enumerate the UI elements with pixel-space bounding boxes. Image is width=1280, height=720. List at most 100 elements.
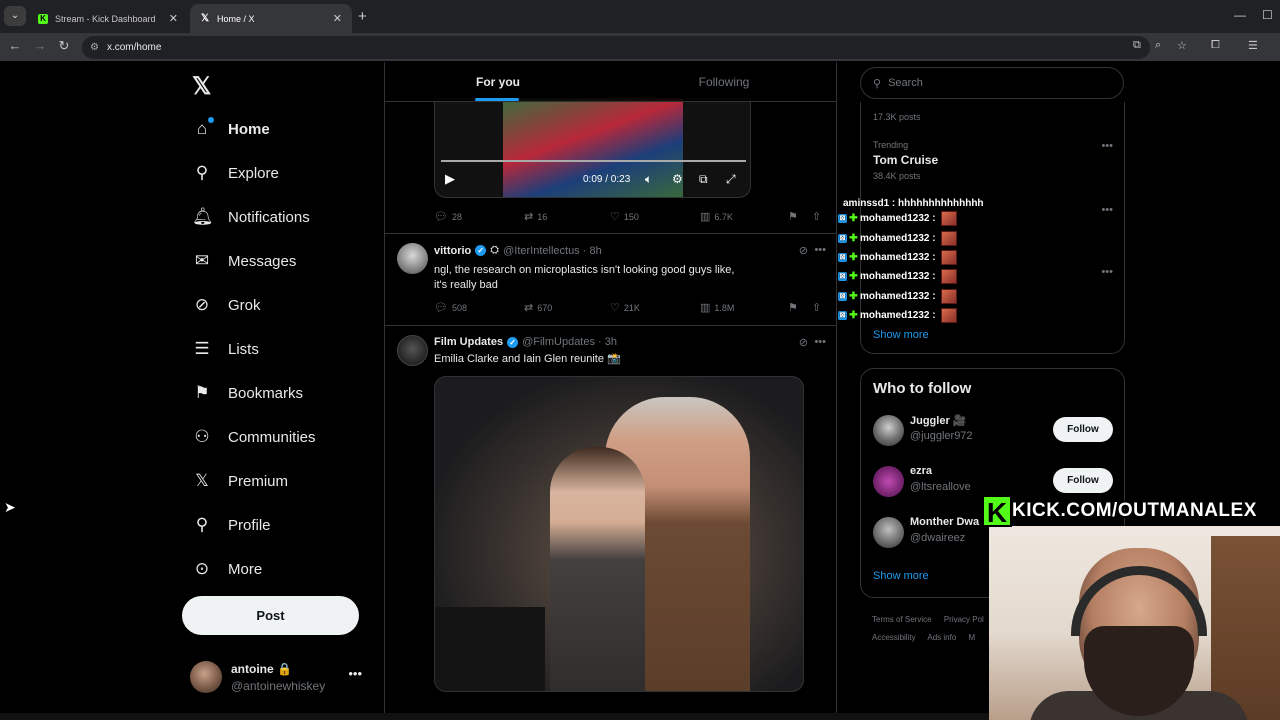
grok-icon[interactable]: ⊘ <box>799 244 808 257</box>
star-icon[interactable]: ☆ <box>1177 39 1187 52</box>
show-more-link[interactable]: Show more <box>873 329 929 341</box>
maximize-icon[interactable]: ☐ <box>1262 8 1273 22</box>
tweet-author[interactable]: Film Updates <box>434 336 503 348</box>
nav-communities[interactable]: ⚇ Communities <box>192 422 315 452</box>
verified-icon: ✓ <box>507 336 519 348</box>
avatar[interactable] <box>397 335 428 366</box>
nav-explore[interactable]: ⚲ Explore <box>192 158 279 188</box>
like-button[interactable]: ♡ 21K <box>610 301 640 314</box>
nav-label: Bookmarks <box>228 384 304 402</box>
follow-button[interactable]: Follow <box>1053 417 1113 442</box>
trend-item[interactable]: 17.3K posts <box>873 108 1113 122</box>
bookmark-icon: ⚑ <box>194 383 210 402</box>
nav-profile[interactable]: ⚲ Profile <box>192 510 271 540</box>
close-icon[interactable]: ✕ <box>333 12 342 25</box>
badge-icon: ✚ <box>849 213 858 225</box>
share-button[interactable]: ⇧ <box>812 301 821 314</box>
reply-button[interactable]: 💬︎ 28 <box>434 210 462 223</box>
nav-grok[interactable]: ⊘ Grok <box>192 290 261 320</box>
tab-kick-dashboard[interactable]: K Stream - Kick Dashboard ✕ <box>28 4 188 33</box>
search-input[interactable]: ⚲ Search <box>860 67 1124 99</box>
nav-notifications[interactable]: 🔔︎ Notifications <box>192 202 310 232</box>
post-button[interactable]: Post <box>182 596 359 635</box>
bookmark-button[interactable]: ⚑ <box>788 301 798 314</box>
views-icon: ▥ <box>700 211 711 223</box>
reply-button[interactable]: 💬︎ 508 <box>434 301 467 314</box>
tweet[interactable]: vittorio ✓ ⛭ @IterIntellectus · 8h ⊘ •••… <box>385 233 836 325</box>
site-info-icon[interactable]: ⚙ <box>90 42 99 53</box>
views-button[interactable]: ▥ 1.8M <box>700 301 734 314</box>
nav-premium[interactable]: 𝕏 Premium <box>192 466 288 496</box>
tweet-photo[interactable] <box>434 376 804 692</box>
zoom-icon[interactable]: ⌕ <box>1155 39 1161 52</box>
views-button[interactable]: ▥ 6.7K <box>700 210 733 223</box>
follow-button[interactable]: Follow <box>1053 468 1113 493</box>
reload-icon[interactable]: ↻ <box>56 38 72 54</box>
new-tab-button[interactable]: + <box>358 8 367 25</box>
tab-home-x[interactable]: 𝕏 Home / X ✕ <box>190 4 352 33</box>
tweet-author[interactable]: vittorio <box>434 245 471 257</box>
avatar[interactable] <box>397 243 428 274</box>
bookmark-button[interactable]: ⚑ <box>788 210 798 223</box>
nav-messages[interactable]: ✉ Messages <box>192 246 297 276</box>
nav-lists[interactable]: ☰ Lists <box>192 334 258 364</box>
show-more-link[interactable]: Show more <box>873 570 929 582</box>
share-icon: ⇧ <box>812 211 822 223</box>
chat-message: ⊠ ✚ mohamed1232 : <box>838 248 998 267</box>
trend-item[interactable]: Trending Tom Cruise 38.4K posts ••• <box>873 140 1113 181</box>
footer-link[interactable]: Ads info <box>927 633 956 642</box>
grok-icon[interactable]: ⊘ <box>799 336 808 349</box>
close-icon[interactable]: ✕ <box>169 12 178 25</box>
tweet-header: vittorio ✓ ⛭ @IterIntellectus · 8h <box>434 244 602 257</box>
tweet[interactable]: Film Updates ✓ @FilmUpdates · 3h ⊘ ••• E… <box>385 325 836 720</box>
back-icon[interactable]: ← <box>7 38 23 53</box>
share-icon: ⇧ <box>812 302 822 314</box>
share-button[interactable]: ⇧ <box>812 210 821 223</box>
avatar[interactable] <box>873 517 904 548</box>
volume-icon[interactable]: 🔈︎ <box>645 172 652 187</box>
bookmark-icon: ⚑ <box>788 302 798 314</box>
footer-link[interactable]: Privacy Pol <box>944 615 984 624</box>
extensions-icon[interactable]: ⧠ <box>1211 39 1220 52</box>
tab-following[interactable]: Following <box>611 62 836 102</box>
more-icon[interactable]: ••• <box>814 244 826 256</box>
badge-icon: ⊠ <box>838 291 847 301</box>
views-icon: ▥ <box>700 302 711 314</box>
more-icon[interactable]: ••• <box>348 666 362 681</box>
video-progress-bar[interactable] <box>441 160 746 162</box>
reading-list-icon[interactable]: ☰ <box>1248 39 1258 52</box>
like-button[interactable]: ♡ 150 <box>610 210 639 223</box>
follow-suggestion[interactable]: Juggler 🎥 @juggler972 Follow <box>873 413 1113 449</box>
cast-icon[interactable]: ⧉ <box>1133 39 1141 52</box>
x-icon: 𝕏 <box>195 471 209 490</box>
play-icon[interactable]: ▶ <box>445 171 455 187</box>
repost-button[interactable]: ⇄ 16 <box>524 210 547 223</box>
nav-home[interactable]: ⌂ Home <box>192 114 270 144</box>
more-icon[interactable]: ••• <box>1101 204 1113 216</box>
avatar[interactable] <box>873 415 904 446</box>
fullscreen-icon[interactable]: ⤢ <box>726 172 736 187</box>
affiliate-badge-icon: ⛭ <box>490 244 500 256</box>
tab-for-you[interactable]: For you <box>385 62 611 102</box>
footer-link[interactable]: Terms of Service <box>872 615 932 624</box>
minimize-icon[interactable]: — <box>1234 8 1246 22</box>
nav-more[interactable]: ⊙ More <box>192 554 262 584</box>
tab-search-button[interactable]: ⌄ <box>4 6 26 26</box>
video-player[interactable]: ▶ 0:09 / 0:23 🔈︎ ⚙ ⧉ ⤢ <box>434 98 751 198</box>
x-logo-icon[interactable]: 𝕏 <box>192 72 211 101</box>
suggestion-handle: @dwaireez <box>910 532 966 544</box>
more-icon[interactable]: ••• <box>1101 266 1113 278</box>
nav-bookmarks[interactable]: ⚑ Bookmarks <box>192 378 303 408</box>
more-icon[interactable]: ••• <box>1101 140 1113 152</box>
more-icon[interactable]: ••• <box>814 336 826 348</box>
url-field[interactable]: ⚙ x.com/home <box>82 36 1150 59</box>
avatar[interactable] <box>873 466 904 497</box>
pip-icon[interactable]: ⧉ <box>699 172 708 187</box>
account-switcher[interactable]: antoine 🔒 @antoinewhiskey ••• <box>190 660 372 696</box>
repost-button[interactable]: ⇄ 670 <box>524 301 552 314</box>
photo-person <box>550 447 645 691</box>
footer-link[interactable]: Accessibility <box>872 633 916 642</box>
footer-link[interactable]: M <box>969 633 976 642</box>
settings-icon[interactable]: ⚙ <box>672 172 683 186</box>
forward-icon[interactable]: → <box>32 38 48 53</box>
